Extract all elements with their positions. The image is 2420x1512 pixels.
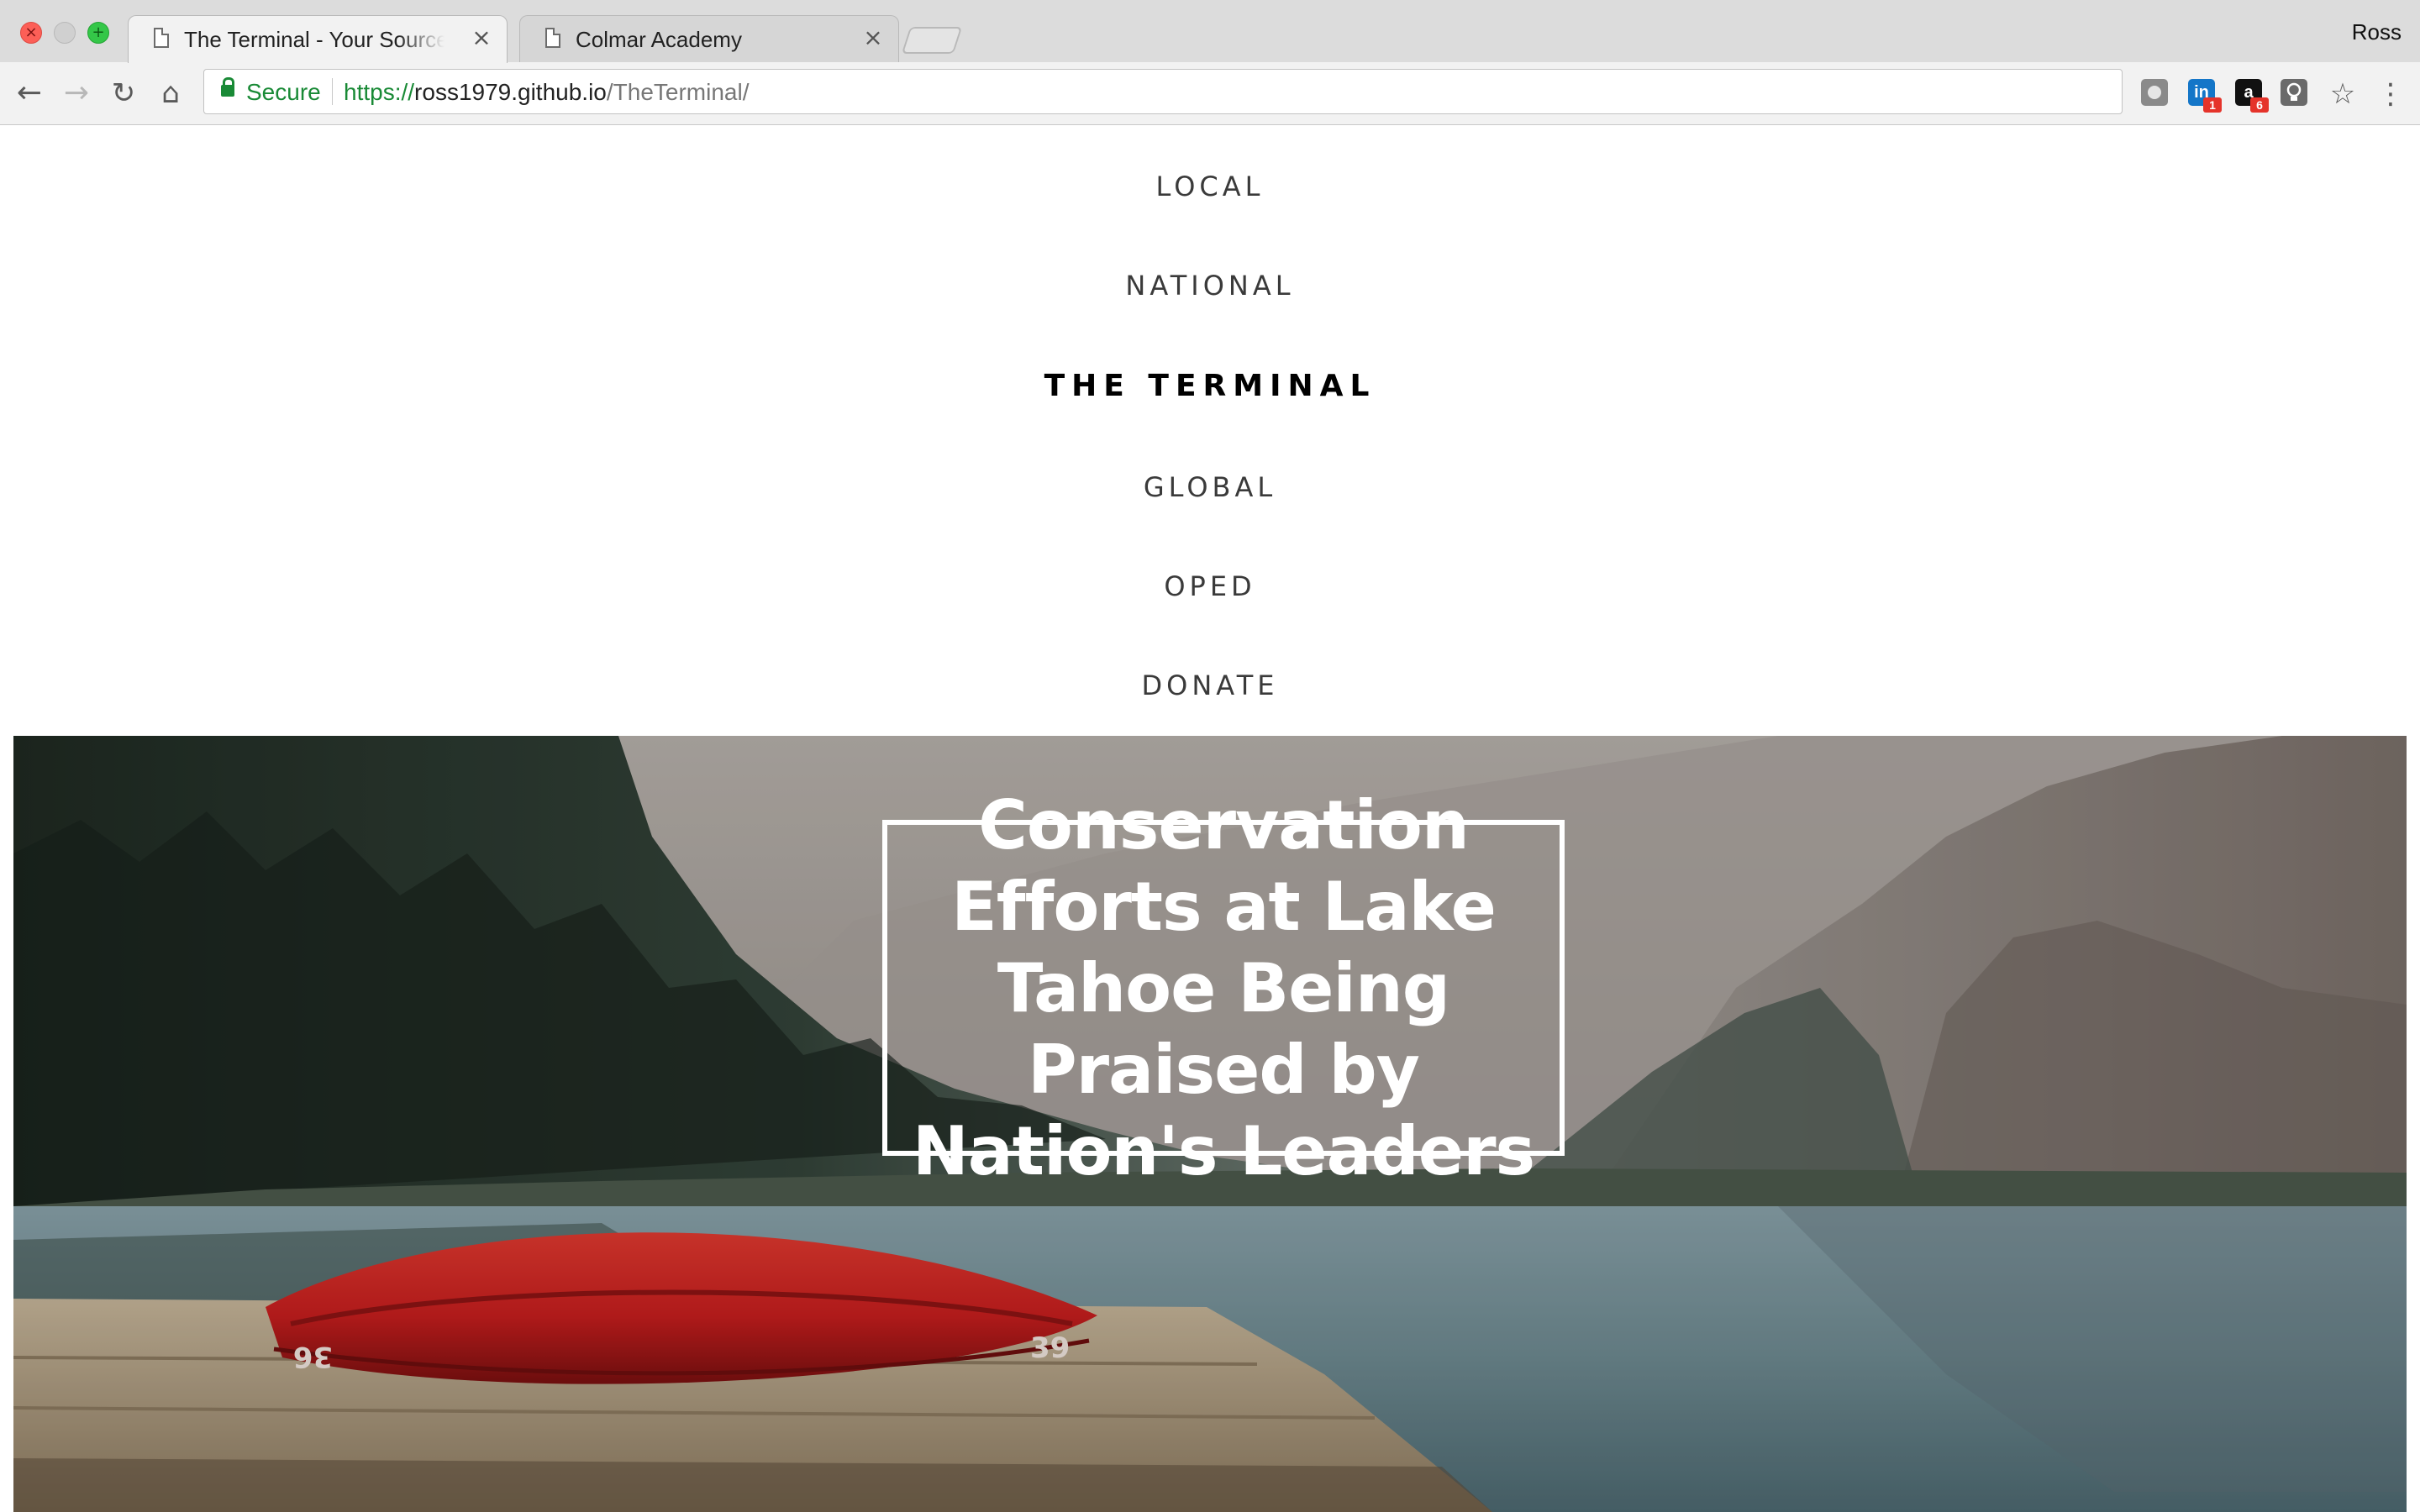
headline-frame: Conservation Efforts at Lake Tahoe Being… [882,786,1565,1190]
menu-icon[interactable]: ⋮ [2376,77,2405,111]
lock-icon [221,77,234,97]
nav-global: GLOBAL [0,471,2420,503]
nav-link-national[interactable]: NATIONAL [1125,270,1294,302]
nav-local: LOCAL [0,171,2420,202]
site-brand: THE TERMINAL [0,369,2420,403]
amazon-extension-icon[interactable]: a6 [2235,79,2269,113]
nav-link-global[interactable]: GLOBAL [1144,471,1276,503]
new-tab-button[interactable] [901,27,963,54]
forward-icon[interactable]: → [59,76,94,111]
hero-banner: 36 39 Conservation Efforts at Lake Tahoe… [13,736,2407,1512]
nav-link-local[interactable]: LOCAL [1156,171,1265,202]
page-icon [154,28,169,48]
amazon-badge: 6 [2250,97,2269,113]
tab-colmar-academy[interactable]: Colmar Academy × [519,15,899,62]
extension-grey-icon[interactable] [2141,79,2168,106]
address-bar[interactable]: Secure https://ross1979.github.io/TheTer… [203,69,2123,114]
window-close-button[interactable]: × [20,22,42,44]
browser-window: × + The Terminal - Your Source for × Col… [0,0,2420,1512]
tab-the-terminal[interactable]: The Terminal - Your Source for × [128,15,508,63]
tab-close-icon[interactable]: × [468,24,495,51]
nav-oped: OPED [0,570,2420,602]
url-scheme: https:// [344,79,415,105]
window-minimize-button[interactable] [54,22,76,44]
browser-chrome: × + The Terminal - Your Source for × Col… [0,0,2420,125]
url-host: ross1979.github.io [414,79,607,105]
home-icon[interactable]: ⌂ [153,76,188,111]
close-x-icon: × [24,24,38,41]
lightbulb-icon [2286,82,2302,101]
nav-national: NATIONAL [0,270,2420,302]
plus-icon: + [92,24,105,41]
lightbulb-extension-icon[interactable] [2281,79,2307,106]
linkedin-badge: 1 [2203,97,2222,113]
brand-link[interactable]: THE TERMINAL [1044,369,1376,403]
secure-label: Secure [246,79,321,105]
url-text[interactable]: https://ross1979.github.io/TheTerminal/ [344,78,750,107]
profile-name[interactable]: Ross [2352,17,2402,47]
tab-strip: × + The Terminal - Your Source for × Col… [0,0,2420,63]
hero-headline[interactable]: Conservation Efforts at Lake Tahoe Being… [887,785,1560,1192]
omnibox-divider [332,78,333,105]
window-maximize-button[interactable]: + [87,22,109,44]
nav-link-donate[interactable]: DONATE [1142,669,1279,701]
tab-title: The Terminal - Your Source for [184,27,445,52]
page-content: LOCAL NATIONAL THE TERMINAL GLOBAL OPED … [0,125,2420,1512]
linkedin-extension-icon[interactable]: in 1 [2188,79,2222,113]
nav-link-oped[interactable]: OPED [1164,570,1255,602]
tab-title: Colmar Academy [576,27,742,52]
back-icon[interactable]: ← [12,76,47,111]
nav-donate: DONATE [0,669,2420,701]
tab-close-icon[interactable]: × [860,24,886,51]
url-path: /TheTerminal/ [606,79,750,105]
reload-icon[interactable]: ↻ [106,76,141,111]
page-icon [545,28,560,48]
star-icon[interactable]: ☆ [2326,77,2360,111]
browser-toolbar: ← → ↻ ⌂ Secure https://ross1979.github.i… [0,62,2420,124]
